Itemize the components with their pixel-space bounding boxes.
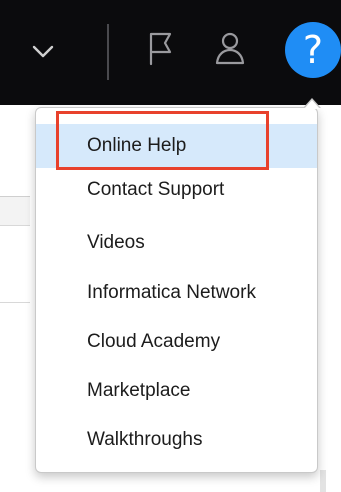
chevron-down-icon[interactable]	[30, 38, 56, 64]
background-scrollbar	[320, 470, 326, 492]
nav-divider	[107, 24, 109, 80]
help-icon: ?	[302, 28, 324, 72]
callout-highlight-box	[56, 111, 269, 170]
background-divider	[0, 302, 30, 303]
top-nav-bar: ?	[0, 0, 341, 105]
menu-pointer-fill	[304, 100, 320, 109]
flag-icon[interactable]	[146, 30, 176, 66]
menu-item-label: Videos	[87, 232, 145, 253]
menu-item-marketplace[interactable]: Marketplace	[36, 369, 317, 413]
menu-item-informatica-network[interactable]: Informatica Network	[36, 271, 317, 315]
menu-item-contact-support[interactable]: Contact Support	[36, 168, 317, 212]
menu-item-cloud-academy[interactable]: Cloud Academy	[36, 320, 317, 364]
background-row	[0, 197, 30, 225]
menu-item-label: Marketplace	[87, 380, 191, 401]
menu-item-videos[interactable]: Videos	[36, 221, 317, 265]
menu-item-walkthroughs[interactable]: Walkthroughs	[36, 418, 317, 462]
menu-item-label: Informatica Network	[87, 282, 256, 303]
background-divider	[0, 225, 30, 226]
user-icon[interactable]	[213, 30, 247, 66]
menu-item-label: Contact Support	[87, 179, 225, 200]
menu-item-label: Walkthroughs	[87, 429, 203, 450]
help-button[interactable]: ?	[285, 22, 341, 78]
menu-item-label: Cloud Academy	[87, 331, 221, 352]
